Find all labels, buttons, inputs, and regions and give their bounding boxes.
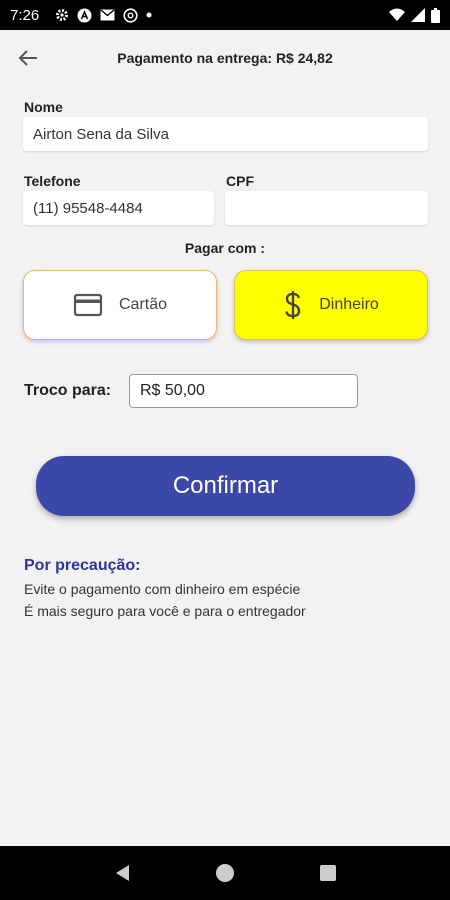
cash-option-label: Dinheiro	[319, 296, 379, 313]
circle-home-icon	[215, 864, 234, 882]
nav-back-button[interactable]	[102, 853, 142, 893]
nav-home-button[interactable]	[205, 853, 245, 893]
a-circle-icon	[77, 8, 92, 23]
credit-card-icon	[73, 293, 103, 317]
status-bar: 7:26	[0, 0, 450, 30]
square-recents-icon	[320, 865, 337, 881]
wifi-icon	[389, 8, 405, 22]
nome-field[interactable]: Airton Sena da Silva	[23, 117, 428, 151]
cpf-field[interactable]	[225, 191, 428, 225]
back-button[interactable]	[12, 42, 44, 74]
app-header: Pagamento na entrega: R$ 24,82	[0, 30, 450, 86]
note-title: Por precaução:	[24, 557, 141, 574]
telefone-label: Telefone	[24, 173, 81, 189]
confirm-button[interactable]: Confirmar	[36, 456, 415, 516]
signal-icon	[411, 8, 425, 22]
telefone-field[interactable]: (11) 95548-4484	[23, 191, 214, 225]
note-line-2: É mais seguro para você e para o entrega…	[24, 603, 306, 619]
change-label: Troco para:	[24, 382, 112, 399]
card-option-button[interactable]: Cartão	[23, 270, 217, 340]
system-nav-bar	[0, 846, 450, 900]
page-title: Pagamento na entrega: R$ 24,82	[117, 50, 333, 66]
dot-icon	[146, 12, 152, 18]
battery-icon	[431, 7, 440, 23]
dollar-icon	[285, 291, 301, 319]
cash-option-button[interactable]: Dinheiro	[234, 270, 428, 340]
triangle-back-icon	[115, 865, 129, 881]
card-option-label: Cartão	[118, 296, 168, 313]
arrow-left-icon	[18, 50, 37, 66]
pay-with-label: Pagar com :	[184, 240, 266, 256]
change-input[interactable]: R$ 50,00	[129, 374, 358, 408]
at-circle-icon	[123, 7, 138, 23]
nome-label: Nome	[24, 99, 63, 115]
status-time: 7:26	[10, 6, 40, 24]
note-line-1: Evite o pagamento com dinheiro em espéci…	[24, 581, 301, 597]
gear-icon	[55, 8, 69, 22]
mail-icon	[100, 9, 115, 21]
nav-recents-button[interactable]	[308, 853, 348, 893]
status-right	[389, 7, 440, 23]
status-left: 7:26	[10, 7, 152, 24]
cpf-label: CPF	[226, 173, 254, 189]
